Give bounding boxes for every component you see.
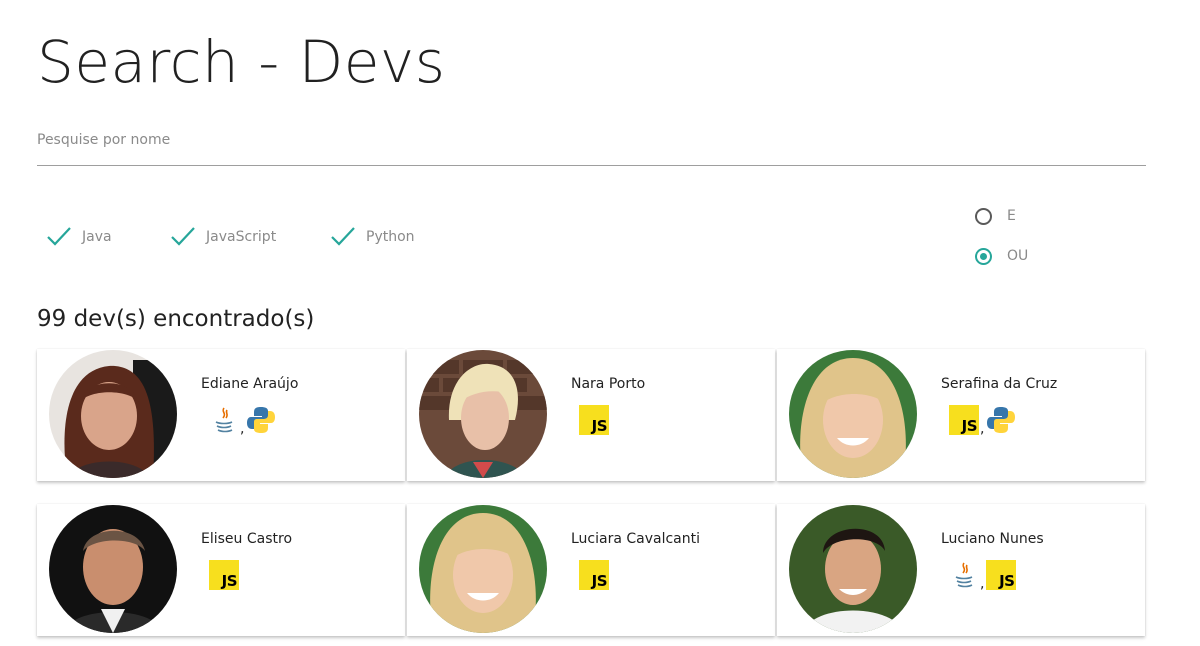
dev-card[interactable]: Nara Porto JS bbox=[407, 349, 775, 481]
dev-card[interactable]: Eliseu Castro JS bbox=[37, 504, 405, 636]
js-icon: JS bbox=[579, 560, 609, 590]
dev-name: Luciara Cavalcanti bbox=[571, 531, 701, 547]
python-icon bbox=[987, 407, 1016, 433]
avatar bbox=[789, 505, 917, 633]
dev-name: Luciano Nunes bbox=[941, 531, 1044, 547]
lang-separator: , bbox=[240, 421, 245, 437]
checkmark-icon bbox=[47, 227, 71, 246]
python-icon bbox=[247, 407, 276, 433]
filter-checkbox-java[interactable]: Java bbox=[46, 225, 112, 249]
js-icon: JS bbox=[209, 560, 239, 590]
js-icon: JS bbox=[986, 560, 1017, 590]
radio-and[interactable]: E bbox=[975, 206, 1016, 226]
dev-languages: JS , bbox=[949, 405, 1016, 437]
avatar bbox=[419, 505, 547, 633]
dev-languages: JS bbox=[579, 560, 609, 590]
dev-name: Ediane Araújo bbox=[201, 376, 299, 392]
radio-circle-selected[interactable] bbox=[975, 247, 992, 265]
java-icon bbox=[215, 407, 233, 433]
js-icon: JS bbox=[579, 405, 609, 435]
avatar bbox=[49, 505, 177, 633]
js-icon: JS bbox=[949, 405, 979, 435]
radio-circle[interactable] bbox=[975, 207, 992, 225]
radio-label-and: E bbox=[1007, 208, 1016, 224]
dev-card[interactable]: Luciano Nunes , JS bbox=[777, 504, 1145, 636]
lang-separator: , bbox=[980, 421, 985, 437]
dev-card[interactable]: Ediane Araújo , bbox=[37, 349, 405, 481]
lang-separator: , bbox=[980, 576, 985, 592]
dev-name: Serafina da Cruz bbox=[941, 376, 1058, 392]
avatar bbox=[419, 350, 547, 478]
radio-or[interactable]: OU bbox=[975, 246, 1028, 266]
page-title: Search - Devs bbox=[37, 28, 446, 96]
dev-languages: JS bbox=[209, 560, 239, 590]
filter-checkbox-javascript[interactable]: JavaScript bbox=[170, 225, 276, 249]
dev-name: Eliseu Castro bbox=[201, 531, 293, 547]
dev-card[interactable]: Luciara Cavalcanti JS bbox=[407, 504, 775, 636]
filter-label-python: Python bbox=[366, 229, 415, 245]
dev-languages: , bbox=[209, 405, 276, 437]
avatar bbox=[789, 350, 917, 478]
dev-languages: JS bbox=[579, 405, 609, 435]
results-count: 99 dev(s) encontrado(s) bbox=[37, 306, 315, 332]
checkmark-icon bbox=[331, 227, 355, 246]
filter-label-java: Java bbox=[82, 229, 112, 245]
search-input[interactable] bbox=[37, 132, 1146, 148]
avatar bbox=[49, 350, 177, 478]
checkmark-icon bbox=[171, 227, 195, 246]
dev-card[interactable]: Serafina da Cruz JS , bbox=[777, 349, 1145, 481]
filter-checkbox-python[interactable]: Python bbox=[330, 225, 415, 249]
dev-name: Nara Porto bbox=[571, 376, 646, 392]
java-icon bbox=[955, 562, 973, 588]
dev-languages: , JS bbox=[949, 560, 1017, 592]
filter-label-javascript: JavaScript bbox=[206, 229, 277, 245]
search-field[interactable] bbox=[37, 122, 1146, 166]
radio-label-or: OU bbox=[1007, 248, 1029, 264]
